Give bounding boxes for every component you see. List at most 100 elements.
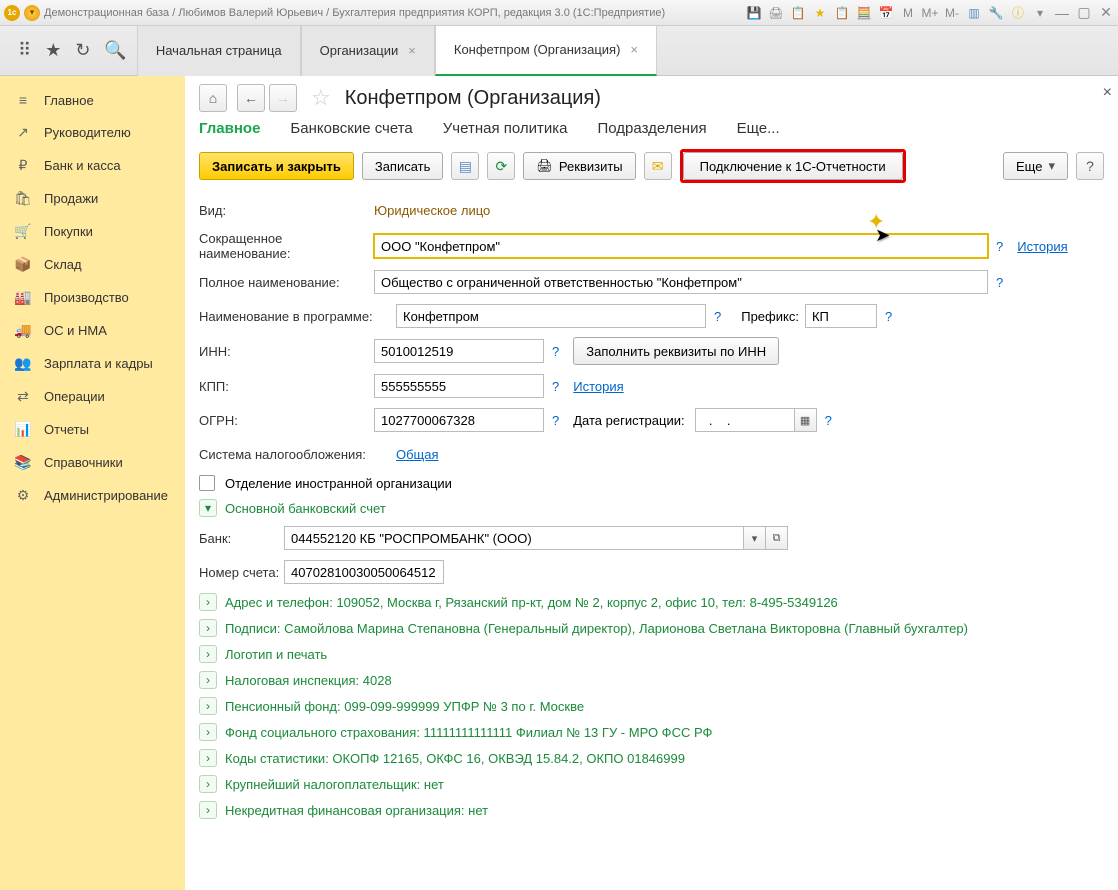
close-icon[interactable]: ×	[408, 43, 416, 58]
wrench-icon[interactable]: 🔧	[988, 5, 1004, 21]
subtab-bank[interactable]: Банковские счета	[290, 120, 412, 137]
kpp-input[interactable]	[374, 374, 544, 398]
history-link[interactable]: История	[1017, 239, 1067, 254]
mail-icon-button[interactable]: ✉	[644, 152, 672, 180]
sidebar-item-admin[interactable]: ⚙Администрирование	[0, 479, 185, 512]
close-page-icon[interactable]: ×	[1103, 84, 1112, 102]
print-icon[interactable]: 🖨	[768, 5, 784, 21]
star-outline-icon[interactable]: ☆	[311, 85, 331, 111]
tax-link[interactable]: Общая	[396, 447, 439, 462]
help-button[interactable]: ?	[1076, 152, 1104, 180]
hint-full-name[interactable]: ?	[996, 275, 1003, 290]
history-icon[interactable]: ↻	[75, 40, 90, 61]
favorite-icon[interactable]: ★	[45, 40, 61, 61]
refresh-icon-button[interactable]: ⟳	[487, 152, 515, 180]
subtab-more[interactable]: Еще...	[737, 120, 780, 137]
group-stats[interactable]: ›Коды статистики: ОКОПФ 12165, ОКФС 16, …	[199, 749, 1104, 767]
sidebar-item-production[interactable]: 🏭Производство	[0, 281, 185, 314]
hint-reg-date[interactable]: ?	[825, 413, 832, 428]
calc-icon[interactable]: 🧮	[856, 5, 872, 21]
maximize-icon[interactable]: ▢	[1076, 5, 1092, 21]
sidebar-item-warehouse[interactable]: 📦Склад	[0, 248, 185, 281]
close-window-icon[interactable]: ✕	[1098, 5, 1114, 21]
calendar-icon[interactable]: 📅	[878, 5, 894, 21]
search-icon[interactable]: 🔍	[104, 40, 126, 61]
group-largest[interactable]: ›Крупнейший налогоплательщик: нет	[199, 775, 1104, 793]
subtab-policy[interactable]: Учетная политика	[443, 120, 568, 137]
m-minus-icon[interactable]: M-	[944, 5, 960, 21]
apps-icon[interactable]: ⠿	[18, 40, 31, 61]
group-social[interactable]: ›Фонд социального страхования: 111111111…	[199, 723, 1104, 741]
kpp-history-link[interactable]: История	[573, 379, 623, 394]
group-tax-office[interactable]: ›Налоговая инспекция: 4028	[199, 671, 1104, 689]
open-icon[interactable]: ⧉	[766, 526, 788, 550]
copy-icon[interactable]: 📋	[790, 5, 806, 21]
sidebar-item-bank[interactable]: ₽Банк и касса	[0, 149, 185, 182]
inn-input[interactable]	[374, 339, 544, 363]
chevron-right-icon: ›	[199, 749, 217, 767]
star-icon[interactable]: ★	[812, 5, 828, 21]
subtab-main[interactable]: Главное	[199, 120, 260, 137]
clipboard-icon[interactable]: 📋	[834, 5, 850, 21]
page-top: ⌂ ← → ☆ Конфетпром (Организация)	[199, 84, 1104, 112]
sidebar-item-os[interactable]: 🚚ОС и НМА	[0, 314, 185, 347]
sidebar-item-purchases[interactable]: 🛒Покупки	[0, 215, 185, 248]
group-logo[interactable]: ›Логотип и печать	[199, 645, 1104, 663]
sidebar-item-main[interactable]: ≡Главное	[0, 84, 185, 116]
group-pension[interactable]: ›Пенсионный фонд: 099-099-999999 УПФР № …	[199, 697, 1104, 715]
group-bank-account[interactable]: ▾ Основной банковский счет	[199, 499, 1104, 517]
sidebar-item-operations[interactable]: ⇄Операции	[0, 380, 185, 413]
bank-input[interactable]	[284, 526, 744, 550]
back-button[interactable]: ←	[237, 84, 265, 112]
calendar-picker-icon[interactable]: ▦	[795, 408, 817, 432]
hint-prefix[interactable]: ?	[885, 309, 892, 324]
account-input[interactable]	[284, 560, 444, 584]
fill-inn-button[interactable]: Заполнить реквизиты по ИНН	[573, 337, 779, 365]
group-noncredit[interactable]: ›Некредитная финансовая организация: нет	[199, 801, 1104, 819]
short-name-input[interactable]	[374, 234, 988, 258]
ogrn-input[interactable]	[374, 408, 544, 432]
tabs-bar: ⠿ ★ ↻ 🔍 Начальная страница Организации× …	[0, 26, 1118, 76]
foreign-checkbox[interactable]	[199, 475, 215, 491]
requisites-button[interactable]: 🖨Реквизиты	[523, 152, 635, 180]
dropdown-icon[interactable]: ▾	[24, 5, 40, 21]
minimize-icon[interactable]: —	[1054, 5, 1070, 21]
document-icon-button[interactable]: ▤	[451, 152, 479, 180]
close-icon[interactable]: ×	[630, 42, 638, 57]
save-close-button[interactable]: Записать и закрыть	[199, 152, 354, 180]
tab-konfetprom[interactable]: Конфетпром (Организация)×	[435, 26, 657, 76]
m-icon[interactable]: M	[900, 5, 916, 21]
more-button[interactable]: Еще	[1003, 152, 1068, 180]
info-icon[interactable]: ⓘ	[1010, 5, 1026, 21]
hint-ogrn[interactable]: ?	[552, 413, 559, 428]
hint-prog-name[interactable]: ?	[714, 309, 721, 324]
hint-kpp[interactable]: ?	[552, 379, 559, 394]
save-button[interactable]: Записать	[362, 152, 444, 180]
group-signatures[interactable]: ›Подписи: Самойлова Марина Степановна (Г…	[199, 619, 1104, 637]
prog-name-input[interactable]	[396, 304, 706, 328]
sidebar-item-reports[interactable]: 📊Отчеты	[0, 413, 185, 446]
hint-inn[interactable]: ?	[552, 344, 559, 359]
tab-organizations[interactable]: Организации×	[301, 26, 435, 76]
reg-date-input[interactable]	[695, 408, 795, 432]
ruble-icon: ₽	[14, 157, 32, 174]
sidebar-item-salary[interactable]: 👥Зарплата и кадры	[0, 347, 185, 380]
connect-1c-button[interactable]: Подключение к 1С-Отчетности	[683, 152, 903, 180]
sidebar-item-references[interactable]: 📚Справочники	[0, 446, 185, 479]
hint-short-name[interactable]: ?	[996, 239, 1003, 254]
save-icon[interactable]: 💾	[746, 5, 762, 21]
subtab-divisions[interactable]: Подразделения	[598, 120, 707, 137]
sidebar-item-sales[interactable]: 🛍Продажи	[0, 182, 185, 215]
forward-button[interactable]: →	[269, 84, 297, 112]
group-address[interactable]: ›Адрес и телефон: 109052, Москва г, Ряза…	[199, 593, 1104, 611]
sidebar-item-manager[interactable]: ↗Руководителю	[0, 116, 185, 149]
full-name-input[interactable]	[374, 270, 988, 294]
chevron-down-icon[interactable]: ▾	[744, 526, 766, 550]
prefix-input[interactable]	[805, 304, 877, 328]
tab-start[interactable]: Начальная страница	[137, 26, 301, 76]
info-down-icon[interactable]: ▾	[1032, 5, 1048, 21]
window-title: Демонстрационная база / Любимов Валерий …	[44, 7, 742, 19]
home-button[interactable]: ⌂	[199, 84, 227, 112]
panel-icon[interactable]: ▥	[966, 5, 982, 21]
m-plus-icon[interactable]: M+	[922, 5, 938, 21]
